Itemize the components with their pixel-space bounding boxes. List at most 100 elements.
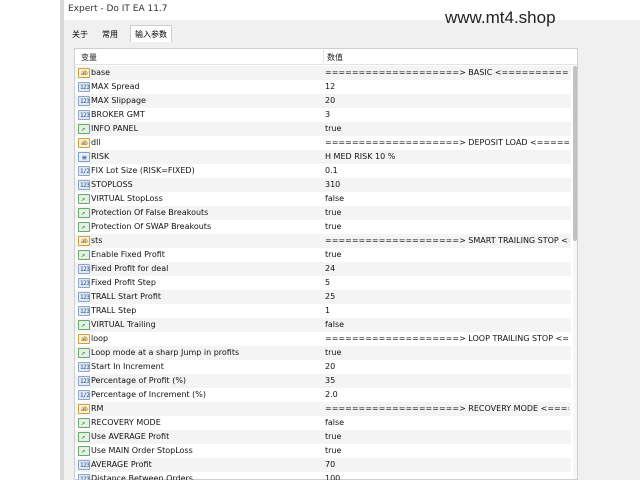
parameter-value[interactable]: 3 bbox=[325, 110, 569, 119]
table-row[interactable]: FIX Lot Size (RISK=FIXED) 0.1 bbox=[75, 164, 571, 178]
parameter-value[interactable]: true bbox=[325, 222, 569, 231]
parameter-value[interactable]: 0.1 bbox=[325, 166, 569, 175]
integer-type-icon bbox=[78, 376, 90, 386]
parameter-value[interactable]: false bbox=[325, 418, 569, 427]
table-row[interactable]: AVERAGE Profit 70 bbox=[75, 458, 571, 472]
tab-inputs[interactable]: 输入参数 bbox=[130, 25, 172, 42]
table-row[interactable]: Fixed Profit Step 5 bbox=[75, 276, 571, 290]
table-row[interactable]: base ====================> BASIC <=======… bbox=[75, 66, 571, 80]
enum-type-icon bbox=[78, 152, 90, 162]
boolean-type-icon bbox=[78, 320, 90, 330]
double-type-icon bbox=[78, 166, 90, 176]
parameter-value[interactable]: 2.0 bbox=[325, 390, 569, 399]
parameter-value[interactable]: true bbox=[325, 250, 569, 259]
parameter-value[interactable]: true bbox=[325, 124, 569, 133]
boolean-type-icon bbox=[78, 208, 90, 218]
table-row[interactable]: MAX Slippage 20 bbox=[75, 94, 571, 108]
scrollbar-thumb[interactable] bbox=[573, 66, 577, 241]
parameter-name: Use MAIN Order StopLoss bbox=[91, 446, 193, 455]
table-row[interactable]: Percentage of Profit (%) 35 bbox=[75, 374, 571, 388]
table-row[interactable]: loop ====================> LOOP TRAILING … bbox=[75, 332, 571, 346]
table-row[interactable]: INFO PANEL true bbox=[75, 122, 571, 136]
boolean-type-icon bbox=[78, 250, 90, 260]
table-row[interactable]: Loop mode at a sharp Jump in profits true bbox=[75, 346, 571, 360]
parameter-value[interactable]: false bbox=[325, 320, 569, 329]
table-header: 变量 数值 bbox=[75, 49, 577, 65]
table-row[interactable]: Use MAIN Order StopLoss true bbox=[75, 444, 571, 458]
parameter-name: STOPLOSS bbox=[91, 180, 133, 189]
parameter-name: Protection Of False Breakouts bbox=[91, 208, 209, 217]
parameter-value[interactable]: ====================> BASIC <===========… bbox=[325, 68, 569, 77]
parameter-value[interactable]: 100 bbox=[325, 474, 569, 480]
table-row[interactable]: Protection Of False Breakouts true bbox=[75, 206, 571, 220]
parameter-value[interactable]: 20 bbox=[325, 96, 569, 105]
table-row[interactable]: Percentage of Increment (%) 2.0 bbox=[75, 388, 571, 402]
string-type-icon bbox=[78, 236, 90, 246]
background-gutter bbox=[0, 0, 64, 480]
table-row[interactable]: Enable Fixed Profit true bbox=[75, 248, 571, 262]
parameter-value[interactable]: ====================> DEPOSIT LOAD <====… bbox=[325, 138, 569, 147]
table-row[interactable]: RM ====================> RECOVERY MODE <=… bbox=[75, 402, 571, 416]
parameter-value[interactable]: 5 bbox=[325, 278, 569, 287]
parameter-value[interactable]: ====================> RECOVERY MODE <===… bbox=[325, 404, 569, 413]
table-row[interactable]: VIRTUAL StopLoss false bbox=[75, 192, 571, 206]
table-row[interactable]: dll ====================> DEPOSIT LOAD <=… bbox=[75, 136, 571, 150]
window-title: Expert - Do IT EA 11.7 bbox=[68, 4, 168, 14]
table-row[interactable]: STOPLOSS 310 bbox=[75, 178, 571, 192]
parameter-name: FIX Lot Size (RISK=FIXED) bbox=[91, 166, 195, 175]
parameter-value[interactable]: 25 bbox=[325, 292, 569, 301]
parameter-value[interactable]: H MED RISK 10 % bbox=[325, 152, 569, 161]
table-row[interactable]: Fixed Profit for deal 24 bbox=[75, 262, 571, 276]
table-row[interactable]: Use AVERAGE Profit true bbox=[75, 430, 571, 444]
table-body: base ====================> BASIC <=======… bbox=[75, 66, 571, 480]
table-row[interactable]: TRALL Step 1 bbox=[75, 304, 571, 318]
parameter-value[interactable]: true bbox=[325, 208, 569, 217]
parameter-value[interactable]: 310 bbox=[325, 180, 569, 189]
vertical-scrollbar[interactable] bbox=[573, 66, 577, 479]
table-row[interactable]: sts ====================> SMART TRAILING … bbox=[75, 234, 571, 248]
parameter-value[interactable]: ====================> LOOP TRAILING STOP… bbox=[325, 334, 569, 343]
table-row[interactable]: Protection Of SWAP Breakouts true bbox=[75, 220, 571, 234]
boolean-type-icon bbox=[78, 194, 90, 204]
string-type-icon bbox=[78, 404, 90, 414]
integer-type-icon bbox=[78, 110, 90, 120]
boolean-type-icon bbox=[78, 432, 90, 442]
parameter-value[interactable]: 35 bbox=[325, 376, 569, 385]
parameter-name: Protection Of SWAP Breakouts bbox=[91, 222, 212, 231]
table-row[interactable]: Start In Increment 20 bbox=[75, 360, 571, 374]
parameter-value[interactable]: 1 bbox=[325, 306, 569, 315]
table-row[interactable]: TRALL Start Profit 25 bbox=[75, 290, 571, 304]
integer-type-icon bbox=[78, 292, 90, 302]
table-row[interactable]: RISK H MED RISK 10 % bbox=[75, 150, 571, 164]
table-row[interactable]: MAX Spread 12 bbox=[75, 80, 571, 94]
parameter-name: loop bbox=[91, 334, 109, 343]
table-row[interactable]: BROKER GMT 3 bbox=[75, 108, 571, 122]
table-row[interactable]: Distance Between Orders 100 bbox=[75, 472, 571, 480]
table-row[interactable]: VIRTUAL Trailing false bbox=[75, 318, 571, 332]
parameter-value[interactable]: 20 bbox=[325, 362, 569, 371]
parameter-name: BROKER GMT bbox=[91, 110, 145, 119]
parameter-name: MAX Slippage bbox=[91, 96, 146, 105]
parameter-name: RM bbox=[91, 404, 104, 413]
parameter-name: Enable Fixed Profit bbox=[91, 250, 165, 259]
table-row[interactable]: RECOVERY MODE false bbox=[75, 416, 571, 430]
header-value[interactable]: 数值 bbox=[327, 52, 343, 63]
parameter-name: Start In Increment bbox=[91, 362, 164, 371]
tab-about[interactable]: 关于 bbox=[68, 26, 92, 42]
tab-common[interactable]: 常用 bbox=[98, 26, 122, 42]
boolean-type-icon bbox=[78, 222, 90, 232]
integer-type-icon bbox=[78, 460, 90, 470]
parameter-value[interactable]: true bbox=[325, 348, 569, 357]
header-variable[interactable]: 变量 bbox=[81, 52, 97, 63]
parameter-value[interactable]: 24 bbox=[325, 264, 569, 273]
parameter-value[interactable]: true bbox=[325, 446, 569, 455]
parameter-value[interactable]: ====================> SMART TRAILING STO… bbox=[325, 236, 569, 245]
parameter-value[interactable]: false bbox=[325, 194, 569, 203]
string-type-icon bbox=[78, 334, 90, 344]
parameter-name: dll bbox=[91, 138, 101, 147]
parameter-value[interactable]: 12 bbox=[325, 82, 569, 91]
boolean-type-icon bbox=[78, 418, 90, 428]
parameter-value[interactable]: 70 bbox=[325, 460, 569, 469]
expert-properties-window: Expert - Do IT EA 11.7 www.mt4.shop 关于 常… bbox=[64, 0, 640, 480]
parameter-value[interactable]: true bbox=[325, 432, 569, 441]
